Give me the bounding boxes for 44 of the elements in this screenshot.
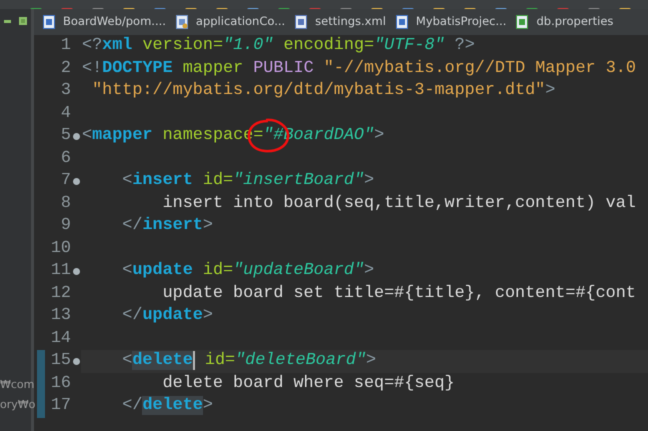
code-line: update board set title=#{title}, content=#{cont xyxy=(162,282,637,304)
file-icon xyxy=(176,15,188,29)
file-icon xyxy=(295,15,308,29)
line-number: 14 xyxy=(50,328,71,350)
editor-tab[interactable]: MybatisProjec... xyxy=(390,9,512,35)
line-number: 9 xyxy=(60,215,71,237)
line-number: 2 xyxy=(60,58,71,80)
fold-icon[interactable] xyxy=(72,268,80,275)
line-number: 8 xyxy=(60,192,71,214)
code-line: <!DOCTYPE mapper PUBLIC "-//mybatis.org//DTD Mapper 3.0 xyxy=(81,58,637,80)
editor-tab[interactable]: BoardWeb/pom.... xyxy=(38,9,171,35)
code-line: delete board where seq=#{seq} xyxy=(162,372,456,394)
line-number: 13 xyxy=(50,305,71,327)
line-number: 7 xyxy=(60,170,71,192)
line-number: 15 xyxy=(50,350,71,372)
code-line: </update> xyxy=(121,305,214,327)
tree-item-label[interactable]: ₩com xyxy=(0,375,31,395)
fold-icon[interactable] xyxy=(72,132,80,140)
code-line: <update id="updateBoard"> xyxy=(121,260,376,282)
line-number: 4 xyxy=(60,102,71,124)
editor-tab[interactable]: db.properties xyxy=(511,9,618,35)
editor-tab[interactable]: applicationCo... xyxy=(170,9,290,35)
line-number: 11 xyxy=(50,260,71,282)
line-number: 16 xyxy=(50,372,71,394)
code-line: </insert> xyxy=(121,215,214,237)
file-icon xyxy=(396,15,408,29)
minimize-icon[interactable] xyxy=(4,20,12,23)
fold-icon[interactable] xyxy=(72,358,80,365)
line-number: 17 xyxy=(50,395,71,417)
fold-icon[interactable] xyxy=(72,178,80,185)
file-icon xyxy=(516,15,528,29)
line-number: 1 xyxy=(60,35,71,57)
code-line: </delete> xyxy=(121,395,214,417)
file-icon xyxy=(43,15,55,29)
editor-tab[interactable]: settings.xml xyxy=(290,9,391,35)
line-number: 5 xyxy=(60,125,71,147)
line-number: 12 xyxy=(50,282,71,304)
line-number: 6 xyxy=(60,148,71,170)
line-number: 3 xyxy=(60,80,71,102)
code-line: insert into board(seq,title,writer,content) val xyxy=(162,192,637,214)
code-line: <?xml version="1.0" encoding="UTF-8" ?> xyxy=(81,35,476,57)
code-line: "http://mybatis.org/dtd/mybatis-3-mapper.dtd"> xyxy=(91,80,556,102)
code-line: <insert id="insertBoard"> xyxy=(121,170,376,192)
line-number: 10 xyxy=(50,238,71,260)
